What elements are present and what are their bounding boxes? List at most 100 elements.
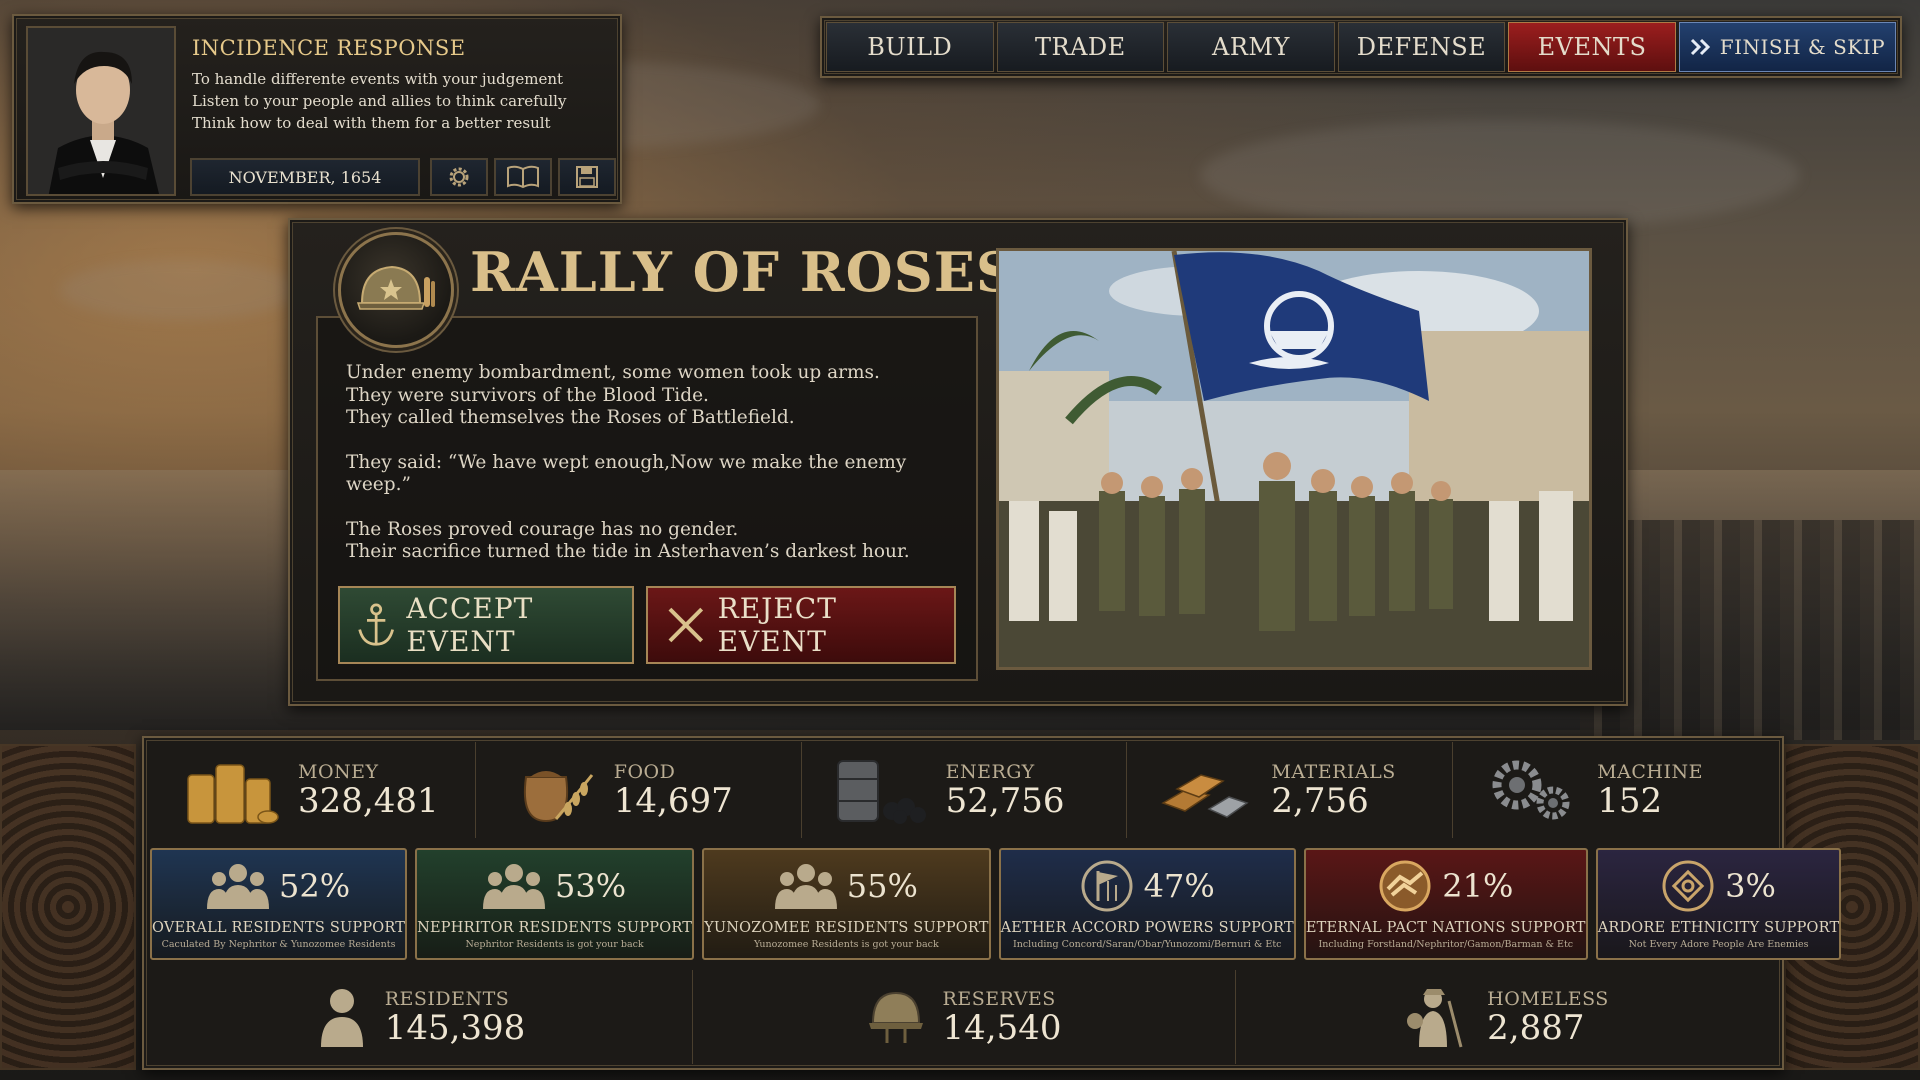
book-icon [507,165,539,189]
event-description: Under enemy bombardment, some women took… [346,362,966,564]
settings-button[interactable] [430,158,488,196]
people-icon [483,864,546,909]
cloud [1200,120,1800,230]
support-subtext: Including Forstland/Nephritor/Gamon/Barm… [1318,939,1574,950]
ingots-icon [1161,774,1250,818]
resource-value: 2,756 [1271,781,1369,821]
event-line: They were survivors of the Blood Tide. [346,384,709,406]
advisor-panel: INCIDENCE RESPONSE To handle differente … [12,14,622,204]
tab-defense[interactable]: DEFENSE [1337,22,1506,72]
support-label: ETERNAL PACT NATIONS SUPPORT [1305,920,1586,936]
population-label: RESERVES [942,988,1056,1010]
tab-army[interactable]: ARMY [1167,22,1335,72]
gear-icon [449,167,469,187]
support-subtext: Not Every Adore People Are Enemies [1628,939,1809,950]
support-bar: 52% OVERALL RESIDENTS SUPPORT Caculated … [150,848,1842,960]
save-icon [576,166,598,188]
handshake-icon [1379,860,1431,912]
resource-materials: MATERIALS 2,756 [1127,742,1454,838]
population-value: 14,540 [942,1008,1062,1048]
support-percent: 47% [1143,867,1215,905]
support-percent: 3% [1725,867,1776,905]
anchor-icon [358,603,394,646]
tab-events[interactable]: EVENTS [1508,22,1676,72]
population-bar: RESIDENTS 145,398 RESERVES 14,540 HOMELE… [150,970,1778,1064]
support-subtext: Including Concord/Saran/Obar/Yunozomi/Be… [1012,939,1282,950]
people-icon [206,864,269,909]
advisor-portrait [26,26,176,196]
event-painting [999,251,1589,667]
support-label: ARDORE ETHNICITY SUPPORT [1597,920,1840,936]
resource-label: MONEY [298,761,379,783]
event-title: RALLY OF ROSES [470,240,1016,304]
resource-value: 52,756 [945,781,1065,821]
finish-skip-label: FINISH & SKIP [1719,35,1886,59]
helmet-bullets-icon [356,265,435,310]
resource-value: 152 [1597,781,1663,821]
resource-energy: ENERGY 52,756 [802,742,1128,838]
person-icon [320,989,363,1047]
support-card-aether-accord[interactable]: 47% AETHER ACCORD POWERS SUPPORT Includi… [998,848,1296,960]
support-label: AETHER ACCORD POWERS SUPPORT [1000,920,1294,936]
event-illustration [996,248,1592,670]
resource-bar: MONEY 328,481 FOOD 14,697 ENERGY 52,756 [150,742,1778,838]
resource-label: MACHINE [1597,761,1703,783]
oil-barrel-icon [836,760,926,824]
support-subtext: Yunozomee Residents is got your back [753,939,939,950]
advisor-figure [28,28,174,194]
tab-trade[interactable]: TRADE [996,22,1165,72]
main-nav: BUILD TRADE ARMY DEFENSE EVENTS FINISH &… [820,16,1902,78]
reject-event-label: REJECT EVENT [717,592,837,658]
codex-button[interactable] [494,158,552,196]
finish-skip-button[interactable]: FINISH & SKIP [1678,22,1897,72]
left-ornament [0,744,136,1070]
support-card-nephritor[interactable]: 53% NEPHRITOR RESIDENTS SUPPORT Nephrito… [415,848,695,960]
event-line: The Roses proved courage has no gender. [346,518,739,540]
support-percent: 21% [1442,867,1514,905]
event-line: They called themselves the Roses of Batt… [346,407,795,428]
reject-event-button[interactable]: REJECT EVENT [646,586,956,664]
advisor-toolbar: NOVEMBER, 1654 [180,156,616,198]
cross-swords-icon [668,607,704,643]
support-card-ardore[interactable]: 3% ARDORE ETHNICITY SUPPORT Not Every Ad… [1595,848,1842,960]
support-label: OVERALL RESIDENTS SUPPORT [152,920,406,936]
support-card-yunozomee[interactable]: 55% YUNOZOMEE RESIDENTS SUPPORT Yunozome… [702,848,991,960]
support-percent: 53% [555,867,627,905]
population-label: HOMELESS [1487,988,1609,1010]
advisor-title: INCIDENCE RESPONSE [192,36,466,60]
resource-money: MONEY 328,481 [150,742,476,838]
accept-event-button[interactable]: ACCEPT EVENT [338,586,634,664]
save-button[interactable] [558,158,616,196]
event-medal [338,232,454,348]
food-sack-icon [523,771,593,823]
population-value: 2,887 [1487,1008,1585,1048]
support-card-overall[interactable]: 52% OVERALL RESIDENTS SUPPORT Caculated … [150,848,408,960]
advisor-line: To handle differente events with your ju… [192,70,564,88]
support-subtext: Caculated By Nephritor & Yunozomee Resid… [161,939,396,950]
support-card-eternal-pact[interactable]: 21% ETERNAL PACT NATIONS SUPPORT Includi… [1303,848,1588,960]
date-display: NOVEMBER, 1654 [190,158,420,196]
support-percent: 55% [846,867,918,905]
double-chevron-right-icon [1690,38,1710,56]
coins-icon [187,764,279,824]
gears-icon [1492,760,1570,820]
population-homeless: HOMELESS 2,887 [1236,970,1778,1064]
population-label: RESIDENTS [384,988,510,1010]
resource-value: 328,481 [298,781,439,821]
city-background [1580,520,1920,740]
advisor-lines: To handle differente events with your ju… [192,68,566,134]
resource-label: FOOD [613,761,676,783]
population-reserves: RESERVES 14,540 [693,970,1236,1064]
resource-label: MATERIALS [1271,761,1396,783]
resource-value: 14,697 [613,781,733,821]
event-line: Their sacrifice turned the tide in Aster… [346,541,910,562]
accept-event-label: ACCEPT EVENT [406,592,534,658]
tab-build[interactable]: BUILD [826,22,994,72]
resource-machine: MACHINE 152 [1453,742,1778,838]
support-label: YUNOZOMEE RESIDENTS SUPPORT [704,920,989,936]
support-subtext: Nephritor Residents is got your back [465,939,644,950]
event-line: They said: “We have wept enough,Now we m… [346,451,907,496]
cloud [60,260,300,320]
resource-label: ENERGY [945,761,1035,783]
support-percent: 52% [278,867,351,905]
